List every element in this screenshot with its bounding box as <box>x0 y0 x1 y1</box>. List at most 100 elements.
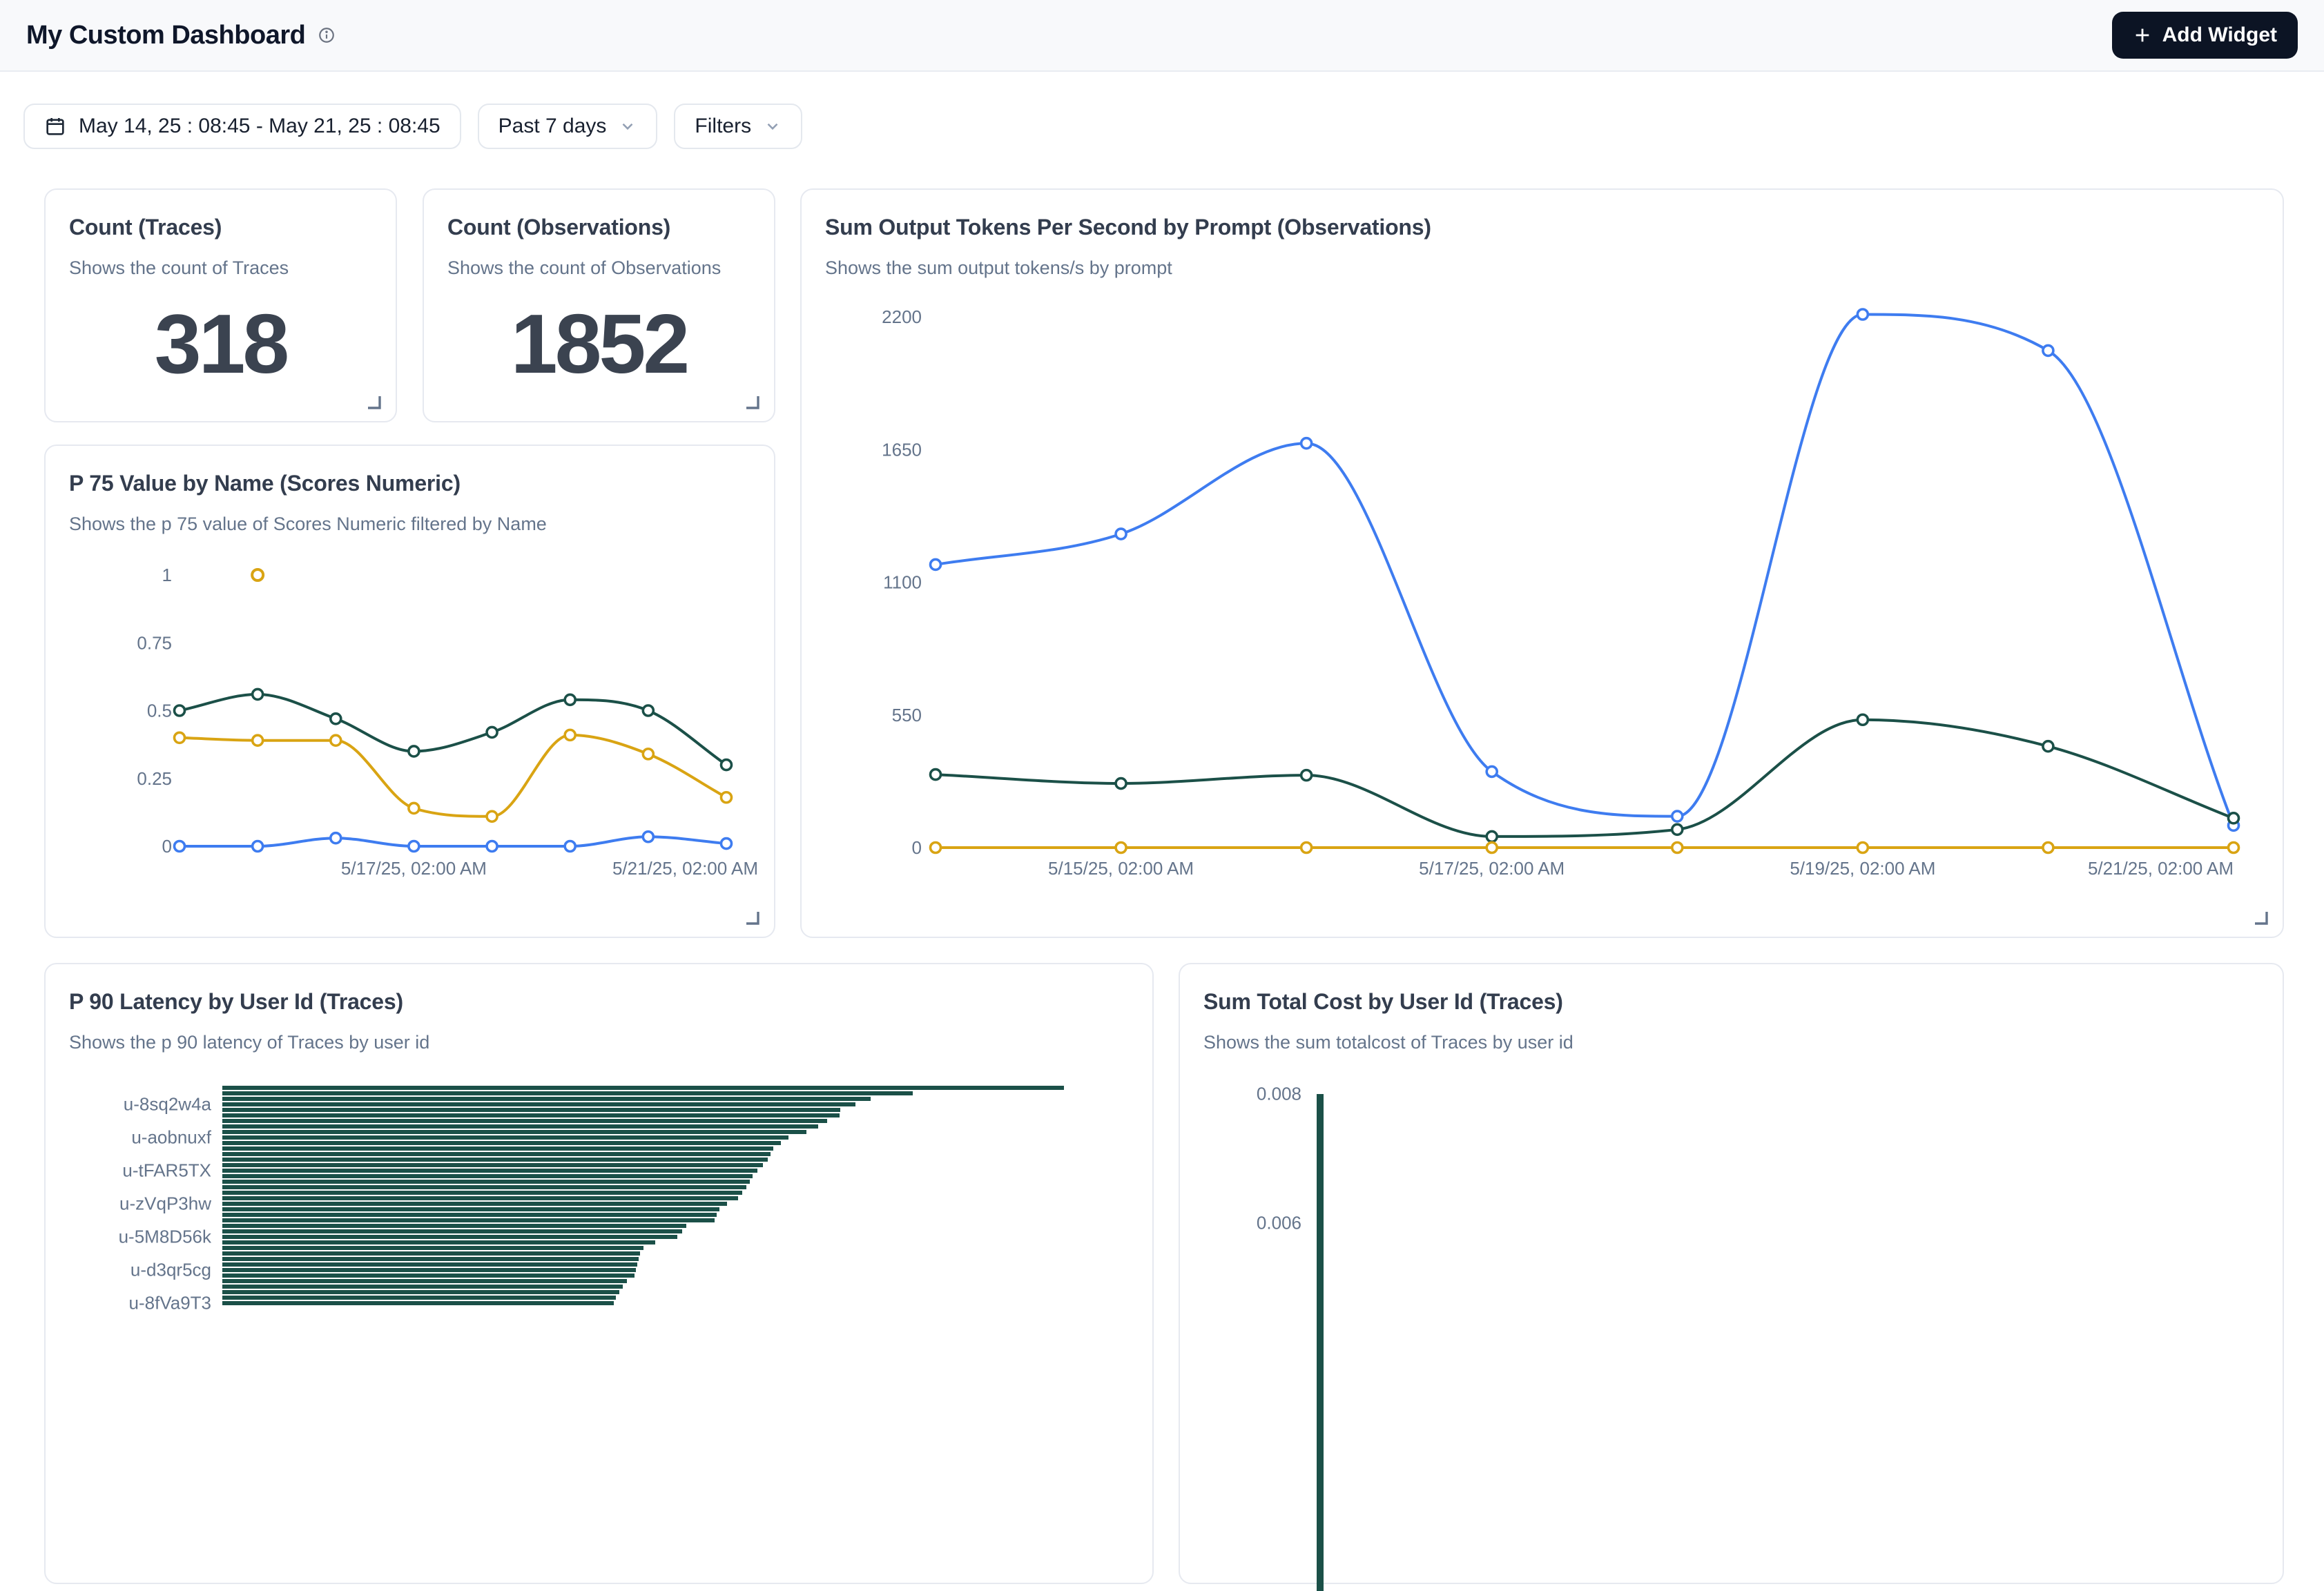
bar-row[interactable] <box>222 1256 1064 1262</box>
bar-row[interactable] <box>222 1129 1064 1135</box>
latency-bar[interactable] <box>222 1229 682 1233</box>
latency-bar[interactable] <box>222 1135 788 1140</box>
bar-row[interactable] <box>222 1179 1064 1184</box>
resize-handle-icon[interactable] <box>2252 909 2269 926</box>
time-preset-dropdown[interactable]: Past 7 days <box>478 104 658 149</box>
bar-row[interactable] <box>222 1229 1064 1234</box>
latency-bar[interactable] <box>222 1240 655 1245</box>
bar-row[interactable] <box>222 1273 1064 1278</box>
latency-bar[interactable] <box>222 1141 781 1145</box>
latency-bar[interactable] <box>222 1163 763 1167</box>
latency-bar[interactable] <box>222 1169 757 1173</box>
latency-bar[interactable] <box>222 1268 636 1272</box>
filters-dropdown[interactable]: Filters <box>674 104 802 149</box>
date-range-picker[interactable]: May 14, 25 : 08:45 - May 21, 25 : 08:45 <box>23 104 461 149</box>
bar-row[interactable] <box>222 1289 1064 1295</box>
latency-bar[interactable] <box>222 1301 614 1305</box>
svg-text:1: 1 <box>162 565 172 585</box>
bar-row[interactable] <box>222 1223 1064 1229</box>
latency-bar[interactable] <box>222 1262 637 1267</box>
latency-bar[interactable] <box>222 1158 768 1162</box>
bar-row[interactable] <box>222 1284 1064 1289</box>
latency-bar[interactable] <box>222 1207 719 1211</box>
bar-row[interactable] <box>222 1168 1064 1173</box>
latency-bar[interactable] <box>222 1202 727 1206</box>
bar-row[interactable] <box>222 1173 1064 1179</box>
bar-row[interactable] <box>222 1124 1064 1129</box>
bar-row[interactable] <box>222 1201 1064 1207</box>
info-icon[interactable] <box>318 26 336 44</box>
bar-row[interactable] <box>222 1085 1064 1091</box>
latency-bar[interactable] <box>222 1196 738 1200</box>
resize-handle-icon[interactable] <box>744 393 760 410</box>
bar-row[interactable] <box>222 1262 1064 1267</box>
latency-bar[interactable] <box>222 1113 840 1117</box>
card-title: Count (Observations) <box>447 215 670 240</box>
bar-row[interactable] <box>222 1212 1064 1218</box>
latency-bar[interactable] <box>222 1091 913 1095</box>
bar-row[interactable] <box>222 1251 1064 1256</box>
bar-row[interactable] <box>222 1118 1064 1124</box>
latency-bar[interactable] <box>222 1235 677 1239</box>
latency-bar[interactable] <box>222 1146 773 1151</box>
bar-row[interactable] <box>222 1207 1064 1212</box>
latency-bar[interactable] <box>222 1296 616 1300</box>
count-observations-value: 1852 <box>424 286 774 400</box>
latency-bar[interactable] <box>222 1119 827 1123</box>
p90-bar-chart[interactable] <box>222 1085 1064 1306</box>
user-id-label: u-8sq2w4a <box>46 1094 211 1115</box>
bar-row[interactable] <box>222 1096 1064 1102</box>
chevron-down-icon <box>764 117 782 135</box>
latency-bar[interactable] <box>222 1218 715 1222</box>
bar-row[interactable] <box>222 1195 1064 1201</box>
bar-row[interactable] <box>222 1190 1064 1195</box>
bar-row[interactable] <box>222 1140 1064 1146</box>
latency-bar[interactable] <box>222 1130 806 1134</box>
bar-row[interactable] <box>222 1245 1064 1251</box>
bar-row[interactable] <box>222 1151 1064 1157</box>
latency-bar[interactable] <box>222 1124 818 1129</box>
bar-row[interactable] <box>222 1234 1064 1240</box>
latency-bar[interactable] <box>222 1108 840 1112</box>
latency-bar[interactable] <box>222 1251 640 1256</box>
resize-handle-icon[interactable] <box>365 393 382 410</box>
latency-bar[interactable] <box>222 1246 643 1250</box>
cost-bar[interactable] <box>1317 1094 1324 1591</box>
user-id-label: u-zVqP3hw <box>46 1193 211 1215</box>
latency-bar[interactable] <box>222 1097 871 1101</box>
latency-bar[interactable] <box>222 1086 1064 1090</box>
latency-bar[interactable] <box>222 1174 753 1178</box>
bar-row[interactable] <box>222 1157 1064 1162</box>
latency-bar[interactable] <box>222 1257 639 1261</box>
latency-bar[interactable] <box>222 1279 627 1283</box>
bar-row[interactable] <box>222 1295 1064 1300</box>
bar-row[interactable] <box>222 1218 1064 1223</box>
bar-row[interactable] <box>222 1135 1064 1140</box>
bar-row[interactable] <box>222 1278 1064 1284</box>
p75-line-chart[interactable]: 00.250.50.7515/17/25, 02:00 AM5/21/25, 0… <box>46 446 774 937</box>
latency-bar[interactable] <box>222 1285 623 1289</box>
tokens-line-chart[interactable]: 05501100165022005/15/25, 02:00 AM5/17/25… <box>802 190 2283 937</box>
latency-bar[interactable] <box>222 1213 717 1217</box>
bar-row[interactable] <box>222 1267 1064 1273</box>
latency-bar[interactable] <box>222 1191 742 1195</box>
bar-row[interactable] <box>222 1102 1064 1107</box>
bar-row[interactable] <box>222 1184 1064 1190</box>
svg-text:5/15/25, 02:00 AM: 5/15/25, 02:00 AM <box>1048 858 1194 879</box>
bar-row[interactable] <box>222 1162 1064 1168</box>
latency-bar[interactable] <box>222 1180 750 1184</box>
bar-row[interactable] <box>222 1240 1064 1245</box>
add-widget-button[interactable]: Add Widget <box>2112 12 2298 59</box>
bar-row[interactable] <box>222 1300 1064 1306</box>
bar-row[interactable] <box>222 1091 1064 1096</box>
latency-bar[interactable] <box>222 1290 619 1294</box>
latency-bar[interactable] <box>222 1185 746 1189</box>
latency-bar[interactable] <box>222 1102 855 1106</box>
latency-bar[interactable] <box>222 1152 771 1156</box>
latency-bar[interactable] <box>222 1273 635 1278</box>
resize-handle-icon[interactable] <box>744 909 760 926</box>
latency-bar[interactable] <box>222 1224 686 1228</box>
bar-row[interactable] <box>222 1146 1064 1151</box>
bar-row[interactable] <box>222 1107 1064 1113</box>
bar-row[interactable] <box>222 1113 1064 1118</box>
